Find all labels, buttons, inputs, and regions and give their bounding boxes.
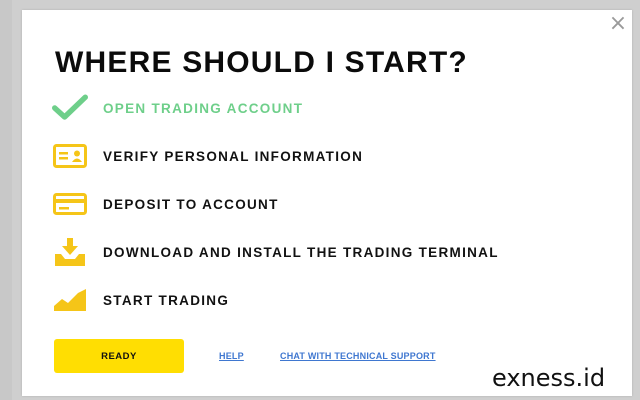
ready-button[interactable]: READY bbox=[54, 339, 184, 373]
id-card-icon bbox=[52, 138, 88, 174]
page-backdrop bbox=[0, 0, 12, 400]
step-verify-info: VERIFY PERSONAL INFORMATION bbox=[52, 138, 612, 174]
checkmark-icon bbox=[52, 90, 88, 126]
onboarding-modal: × WHERE SHOULD I START? OPEN TRADING ACC… bbox=[22, 10, 632, 396]
step-label: START TRADING bbox=[103, 292, 230, 308]
area-chart-icon bbox=[52, 282, 88, 318]
close-icon[interactable]: × bbox=[608, 13, 628, 35]
step-label: DOWNLOAD AND INSTALL THE TRADING TERMINA… bbox=[103, 244, 499, 260]
technical-support-link[interactable]: CHAT WITH TECHNICAL SUPPORT bbox=[280, 351, 436, 361]
step-label: VERIFY PERSONAL INFORMATION bbox=[103, 148, 364, 164]
help-link[interactable]: HELP bbox=[219, 351, 244, 361]
step-start-trading: START TRADING bbox=[52, 282, 612, 318]
step-label: OPEN TRADING ACCOUNT bbox=[103, 100, 304, 116]
modal-title: WHERE SHOULD I START? bbox=[55, 46, 468, 79]
step-open-account: OPEN TRADING ACCOUNT bbox=[52, 90, 612, 126]
step-label: DEPOSIT TO ACCOUNT bbox=[103, 196, 279, 212]
credit-card-icon bbox=[52, 186, 88, 222]
watermark-text: exness.id bbox=[492, 364, 606, 392]
step-download-terminal: DOWNLOAD AND INSTALL THE TRADING TERMINA… bbox=[52, 234, 612, 270]
step-deposit: DEPOSIT TO ACCOUNT bbox=[52, 186, 612, 222]
download-tray-icon bbox=[52, 234, 88, 270]
